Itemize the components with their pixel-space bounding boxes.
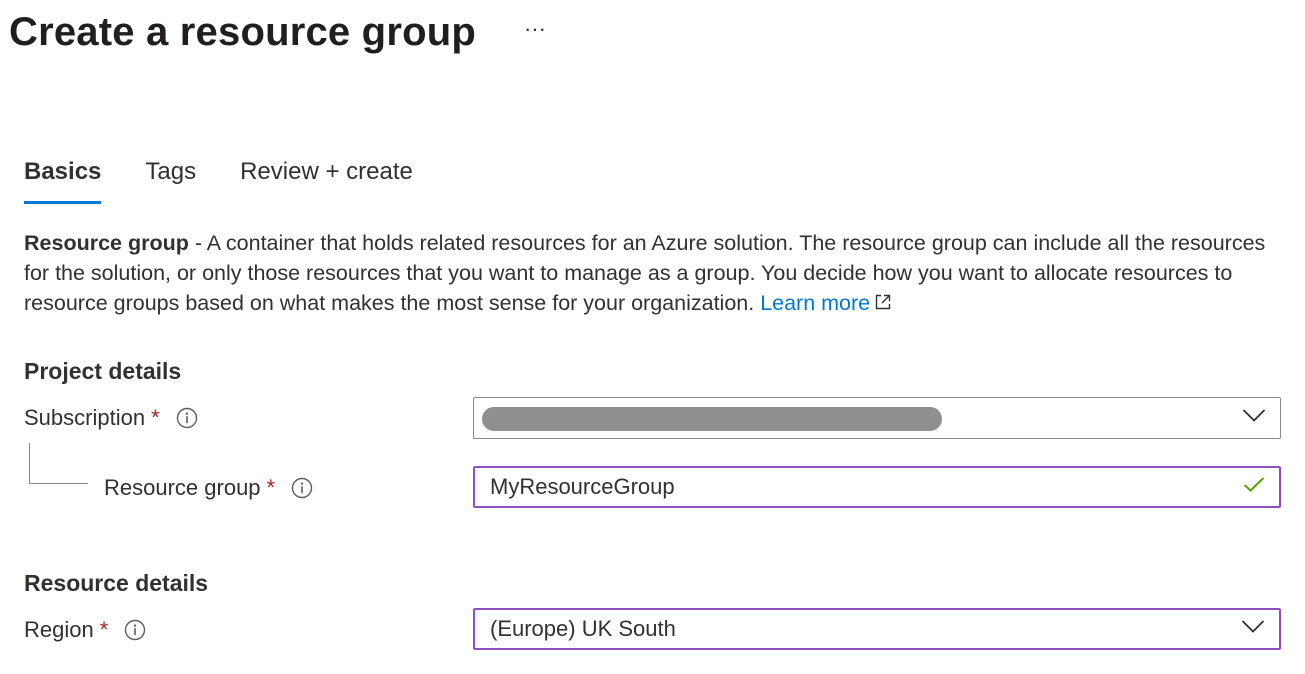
resource-group-value[interactable]: MyResourceGroup [475,474,1279,500]
resource-group-input[interactable]: MyResourceGroup [473,466,1281,508]
required-indicator: * [151,405,160,430]
subscription-dropdown[interactable] [473,397,1281,439]
region-label-row: Region * [24,615,146,645]
region-dropdown[interactable]: (Europe) UK South [473,608,1281,650]
tab-basics[interactable]: Basics [24,152,102,204]
resource-group-label: Resource group [104,475,261,500]
region-label: Region [24,617,94,642]
chevron-down-icon[interactable] [1241,620,1265,639]
tab-bar: Basics Tags Review + create [24,152,457,204]
tab-tags[interactable]: Tags [145,152,196,204]
checkmark-icon [1243,477,1265,498]
page-title: Create a resource group [9,10,476,54]
resource-group-description: Resource group - A container that holds … [24,228,1269,319]
info-icon[interactable] [176,407,198,429]
required-indicator: * [266,475,276,500]
tab-review-create[interactable]: Review + create [240,152,413,204]
resource-details-heading: Resource details [24,570,209,596]
page-header: Create a resource group ··· [9,6,550,58]
project-details-heading: Project details [24,358,182,384]
info-icon[interactable] [124,619,146,641]
subscription-label-row: Subscription * [24,403,198,433]
description-text: - A container that holds related resourc… [24,231,1266,315]
description-term: Resource group [24,231,189,255]
subscription-label: Subscription [24,405,146,430]
chevron-down-icon[interactable] [1242,409,1266,428]
learn-more-label[interactable]: Learn more [760,291,870,315]
more-options-button[interactable]: ··· [520,16,550,42]
info-icon[interactable] [291,477,313,499]
learn-more-link[interactable]: Learn more [760,291,892,315]
tree-connector [29,443,88,484]
required-indicator: * [99,617,109,642]
external-link-icon[interactable] [874,289,892,319]
resource-group-label-row: Resource group * [104,473,313,503]
region-value[interactable]: (Europe) UK South [475,616,1279,642]
redacted-subscription-value [482,407,942,431]
